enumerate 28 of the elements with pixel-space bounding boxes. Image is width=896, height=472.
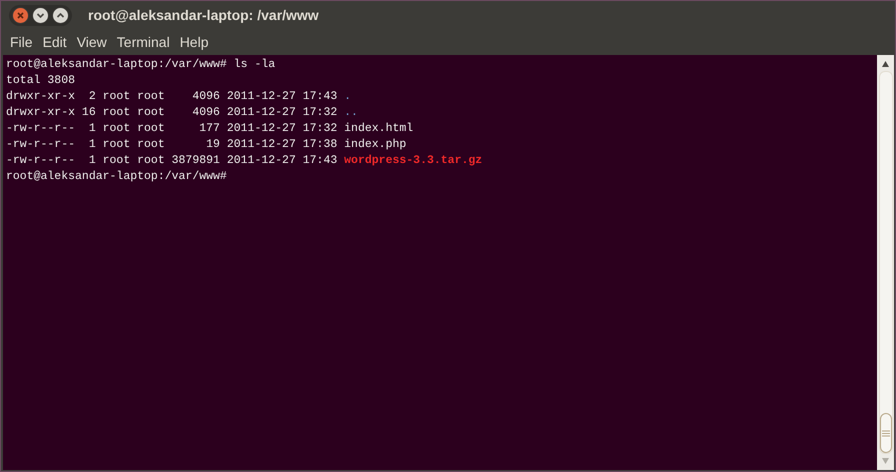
chevron-up-icon <box>56 10 65 20</box>
file-name: wordpress-3.3.tar.gz <box>344 153 482 169</box>
file-name: . <box>344 89 352 105</box>
terminal-line: root@aleksandar-laptop:/var/www# <box>6 169 227 185</box>
chevron-down-icon <box>36 10 45 20</box>
maximize-button[interactable] <box>52 6 69 24</box>
file-name: index.html <box>344 121 414 137</box>
terminal-line: total 3808 <box>6 73 76 89</box>
menu-item[interactable]: Terminal <box>112 32 175 52</box>
file-name: .. <box>344 105 358 121</box>
scroll-thumb[interactable] <box>880 413 892 453</box>
menu-item[interactable]: Help <box>174 32 214 52</box>
close-icon <box>16 10 25 20</box>
listing-details: drwxr-xr-x 2 root root 4096 2011-12-27 17:43 <box>6 89 338 105</box>
listing-details: -rw-r--r-- 1 root root 3879891 2011-12-27 17:43 <box>6 153 338 169</box>
file-name: index.php <box>344 137 406 153</box>
menu-item[interactable]: View <box>72 32 112 52</box>
minimize-button[interactable] <box>32 6 49 24</box>
menu-item[interactable]: File <box>5 32 38 52</box>
terminal-line: root@aleksandar-laptop:/var/www# ls -la <box>6 57 276 73</box>
menu-item[interactable]: Edit <box>38 32 72 52</box>
listing-details: -rw-r--r-- 1 root root 177 2011-12-27 17:32 <box>6 121 338 137</box>
listing-details: -rw-r--r-- 1 root root 19 2011-12-27 17:38 <box>6 137 338 153</box>
close-button[interactable] <box>12 6 29 24</box>
listing-details: drwxr-xr-x 16 root root 4096 2011-12-27 17:32 <box>6 105 338 121</box>
scroll-up-icon[interactable] <box>881 60 890 68</box>
scrollbar[interactable] <box>877 55 894 470</box>
window-title: root@aleksandar-laptop: /var/www <box>88 6 319 25</box>
